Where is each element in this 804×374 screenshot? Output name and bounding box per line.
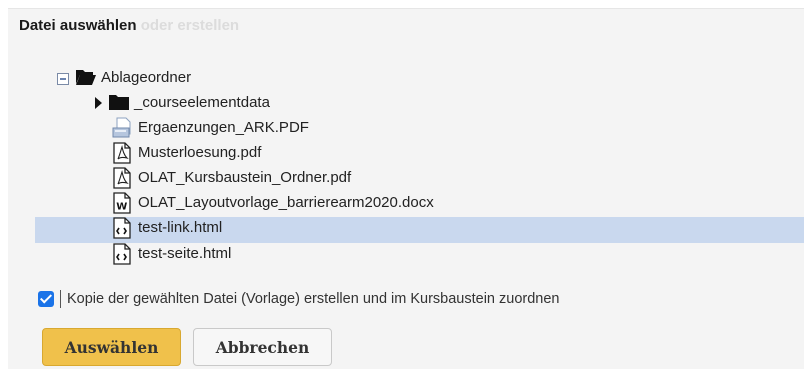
tree-root-label: Ablageordner: [101, 69, 192, 86]
create-title: oder erstellen: [140, 17, 240, 34]
file-chooser-panel: Datei auswählen oder erstellen Ablageord…: [8, 8, 804, 369]
cancel-button[interactable]: Abbrechen: [193, 328, 332, 366]
word-file-icon: W: [112, 191, 132, 214]
tree-item-label: test-link.html: [138, 219, 223, 236]
tree-item-label: OLAT_Layoutvorlage_barrierearm2020.docx: [138, 194, 434, 211]
tree-item-label: Ergaenzungen_ARK.PDF: [138, 119, 309, 136]
tree-item-label: test-seite.html: [138, 245, 232, 262]
svg-text:W: W: [116, 201, 127, 212]
pdf-file-icon: [112, 141, 132, 164]
tree-item-folder[interactable]: _courseelementdata: [95, 90, 270, 115]
expand-arrow-icon[interactable]: [95, 96, 102, 109]
tree-item-label: OLAT_Kursbaustein_Ordner.pdf: [138, 169, 352, 186]
divider: [60, 290, 61, 308]
tree-item-file[interactable]: W OLAT_Layoutvorlage_barrierearm2020.doc…: [112, 190, 434, 215]
html-file-icon: [112, 216, 132, 239]
copy-option: Kopie der gewählten Datei (Vorlage) erst…: [38, 290, 560, 308]
tree-item-file[interactable]: Musterloesung.pdf: [112, 140, 261, 165]
tree-item-file[interactable]: Ergaenzungen_ARK.PDF: [112, 115, 309, 140]
tree-item-file[interactable]: OLAT_Kursbaustein_Ordner.pdf: [112, 165, 351, 190]
open-folder-icon: [75, 67, 96, 89]
tree-root[interactable]: Ablageordner: [57, 65, 191, 90]
collapse-minus-icon[interactable]: [57, 72, 69, 85]
copy-checkbox[interactable]: [38, 291, 54, 307]
tree-item-file[interactable]: test-seite.html: [112, 241, 231, 266]
html-file-icon: [112, 242, 132, 265]
folder-icon: [108, 92, 129, 114]
select-button[interactable]: Auswählen: [42, 328, 181, 366]
copy-option-label: Kopie der gewählten Datei (Vorlage) erst…: [67, 291, 560, 307]
tree-item-file-selected[interactable]: test-link.html: [112, 215, 222, 240]
tree-item-label: Musterloesung.pdf: [138, 144, 262, 161]
generic-file-icon: [112, 117, 132, 139]
dialog-title: Datei auswählen: [19, 17, 137, 34]
tree-item-label: _courseelementdata: [134, 94, 270, 111]
dialog-header: Datei auswählen oder erstellen: [19, 17, 239, 34]
pdf-file-icon: [112, 166, 132, 189]
